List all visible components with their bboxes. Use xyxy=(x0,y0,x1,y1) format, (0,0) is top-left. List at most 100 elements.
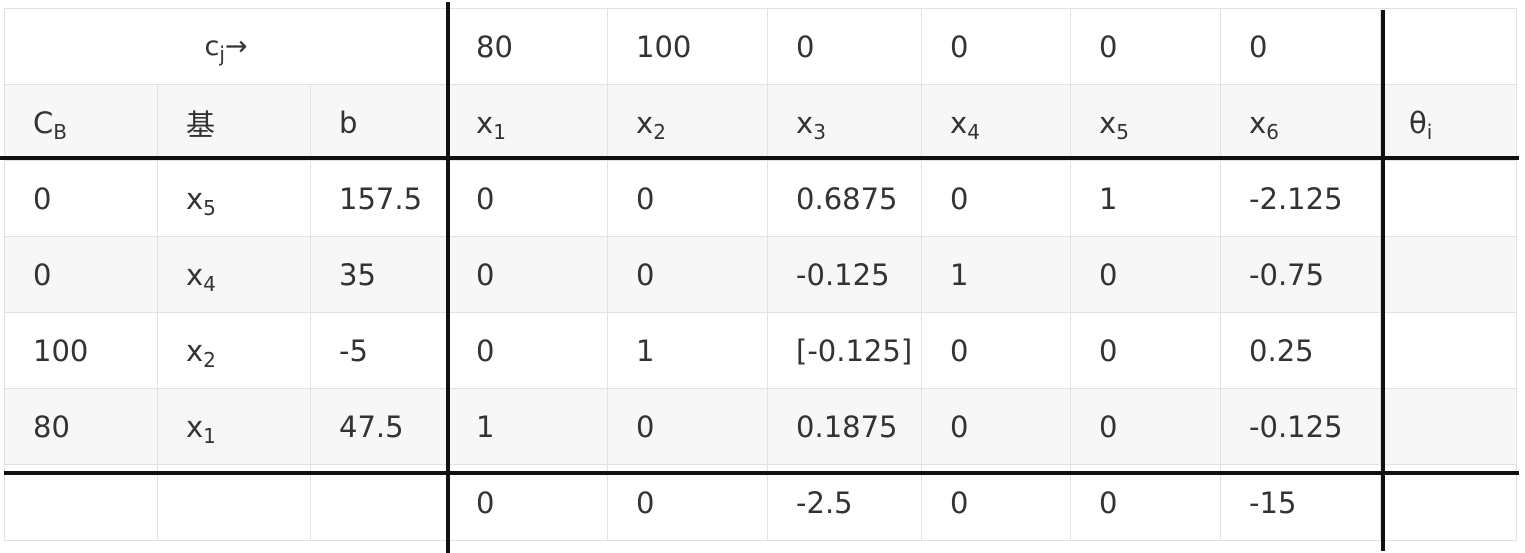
row-b: 157.5 xyxy=(309,160,449,237)
table-row: 0 x5 157.5 0 0 0.6875 0 1 -2.125 xyxy=(4,160,1518,237)
header-x4-main: x xyxy=(950,105,968,140)
cj-value-x3: 0 xyxy=(767,8,923,85)
check-basis xyxy=(157,464,311,541)
check-b xyxy=(309,464,449,541)
row-theta xyxy=(1380,388,1518,465)
row-x3: 0.1875 xyxy=(767,388,923,465)
divider-header xyxy=(0,156,1519,160)
header-theta: θi xyxy=(1380,84,1518,161)
row-x5: 0 xyxy=(1070,236,1222,313)
row-basis: x1 xyxy=(157,388,311,465)
row-x6: -0.75 xyxy=(1220,236,1382,313)
check-x2: 0 xyxy=(607,464,769,541)
check-x3: -2.5 xyxy=(767,464,923,541)
header-x1-sub: 1 xyxy=(493,119,506,144)
header-x6-sub: 6 xyxy=(1266,119,1279,144)
row-x4: 1 xyxy=(921,236,1072,313)
row-b: -5 xyxy=(309,312,449,389)
header-x6-main: x xyxy=(1249,105,1267,140)
row-basis-main: x xyxy=(186,409,204,444)
row-basis: x2 xyxy=(157,312,311,389)
header-x5-main: x xyxy=(1099,105,1117,140)
header-theta-sub: i xyxy=(1426,119,1433,144)
row-x1: 0 xyxy=(447,236,609,313)
divider-left xyxy=(446,2,450,553)
row-x2: 0 xyxy=(607,388,769,465)
row-theta xyxy=(1380,236,1518,313)
row-x2: 0 xyxy=(607,236,769,313)
check-row: 0 0 -2.5 0 0 -15 xyxy=(4,464,1518,541)
row-b: 47.5 xyxy=(309,388,449,465)
row-cb: 100 xyxy=(4,312,158,389)
row-basis: x5 xyxy=(157,160,311,237)
header-theta-main: θ xyxy=(1409,105,1427,140)
row-basis-sub: 2 xyxy=(203,347,216,372)
divider-check xyxy=(4,471,1519,475)
header-x6: x6 xyxy=(1220,84,1382,161)
header-x1-main: x xyxy=(476,105,494,140)
header-x5-sub: 5 xyxy=(1116,119,1129,144)
header-basis: 基 xyxy=(157,84,311,161)
header-x4: x4 xyxy=(921,84,1072,161)
row-cb: 80 xyxy=(4,388,158,465)
row-x1: 0 xyxy=(447,160,609,237)
header-x2-sub: 2 xyxy=(653,119,666,144)
row-x6: 0.25 xyxy=(1220,312,1382,389)
row-basis-sub: 4 xyxy=(203,271,216,296)
row-x3: 0.6875 xyxy=(767,160,923,237)
header-b: b xyxy=(309,84,449,161)
row-cb: 0 xyxy=(4,236,158,313)
row-x6: -0.125 xyxy=(1220,388,1382,465)
row-basis-sub: 1 xyxy=(203,423,216,448)
row-x5: 1 xyxy=(1070,160,1222,237)
row-x2: 0 xyxy=(607,160,769,237)
cj-value-x1: 80 xyxy=(447,8,609,85)
header-row: CB 基 b x1 x2 x3 x4 x5 x6 θi xyxy=(4,84,1518,161)
header-x5: x5 xyxy=(1070,84,1222,161)
row-x4: 0 xyxy=(921,388,1072,465)
row-theta xyxy=(1380,160,1518,237)
header-cb: CB xyxy=(4,84,158,161)
row-basis: x4 xyxy=(157,236,311,313)
table-row: 80 x1 47.5 1 0 0.1875 0 0 -0.125 xyxy=(4,388,1518,465)
cj-value-x6: 0 xyxy=(1220,8,1382,85)
cj-theta-empty xyxy=(1380,8,1518,85)
row-theta xyxy=(1380,312,1518,389)
header-x3: x3 xyxy=(767,84,923,161)
simplex-tableau: cj→ 80 100 0 0 0 0 CB 基 b x1 x2 x3 x4 x5… xyxy=(3,8,1518,541)
row-x3-pivot: [-0.125] xyxy=(767,312,923,389)
header-x3-sub: 3 xyxy=(813,119,826,144)
header-cb-main: C xyxy=(33,105,54,140)
check-cb xyxy=(4,464,158,541)
divider-right xyxy=(1381,10,1385,551)
row-x2: 1 xyxy=(607,312,769,389)
row-basis-main: x xyxy=(186,333,204,368)
header-x2-main: x xyxy=(636,105,654,140)
row-x6: -2.125 xyxy=(1220,160,1382,237)
header-x4-sub: 4 xyxy=(967,119,980,144)
row-basis-main: x xyxy=(186,257,204,292)
check-theta xyxy=(1380,464,1518,541)
row-x4: 0 xyxy=(921,312,1072,389)
row-x5: 0 xyxy=(1070,388,1222,465)
header-x1: x1 xyxy=(447,84,609,161)
cj-row: cj→ 80 100 0 0 0 0 xyxy=(3,8,1518,85)
header-x2: x2 xyxy=(607,84,769,161)
row-b: 35 xyxy=(309,236,449,313)
row-x5: 0 xyxy=(1070,312,1222,389)
row-cb: 0 xyxy=(4,160,158,237)
check-x1: 0 xyxy=(447,464,609,541)
row-basis-sub: 5 xyxy=(203,195,216,220)
cj-label-arrow: → xyxy=(224,31,248,62)
row-x1: 0 xyxy=(447,312,609,389)
cj-label-main: c xyxy=(204,31,220,62)
cj-value-x2: 100 xyxy=(607,8,769,85)
row-x3: -0.125 xyxy=(767,236,923,313)
cj-value-x5: 0 xyxy=(1070,8,1222,85)
header-cb-sub: B xyxy=(53,119,67,144)
check-x4: 0 xyxy=(921,464,1072,541)
table-row: 100 x2 -5 0 1 [-0.125] 0 0 0.25 xyxy=(4,312,1518,389)
check-x6: -15 xyxy=(1220,464,1382,541)
header-x3-main: x xyxy=(796,105,814,140)
table-row: 0 x4 35 0 0 -0.125 1 0 -0.75 xyxy=(4,236,1518,313)
